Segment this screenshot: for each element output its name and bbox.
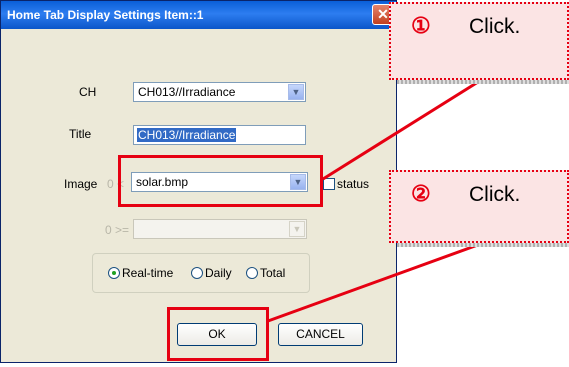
step-1-text: Click.	[469, 15, 521, 38]
step-2-text: Click.	[469, 183, 521, 206]
callout-step-2: ② Click.	[389, 170, 569, 243]
step-1-number: ①	[411, 13, 431, 38]
callout-step-1: ① Click.	[389, 2, 569, 80]
step-2-number: ②	[411, 181, 431, 206]
callout-line-1	[322, 75, 487, 181]
callout-line-2	[267, 240, 487, 323]
